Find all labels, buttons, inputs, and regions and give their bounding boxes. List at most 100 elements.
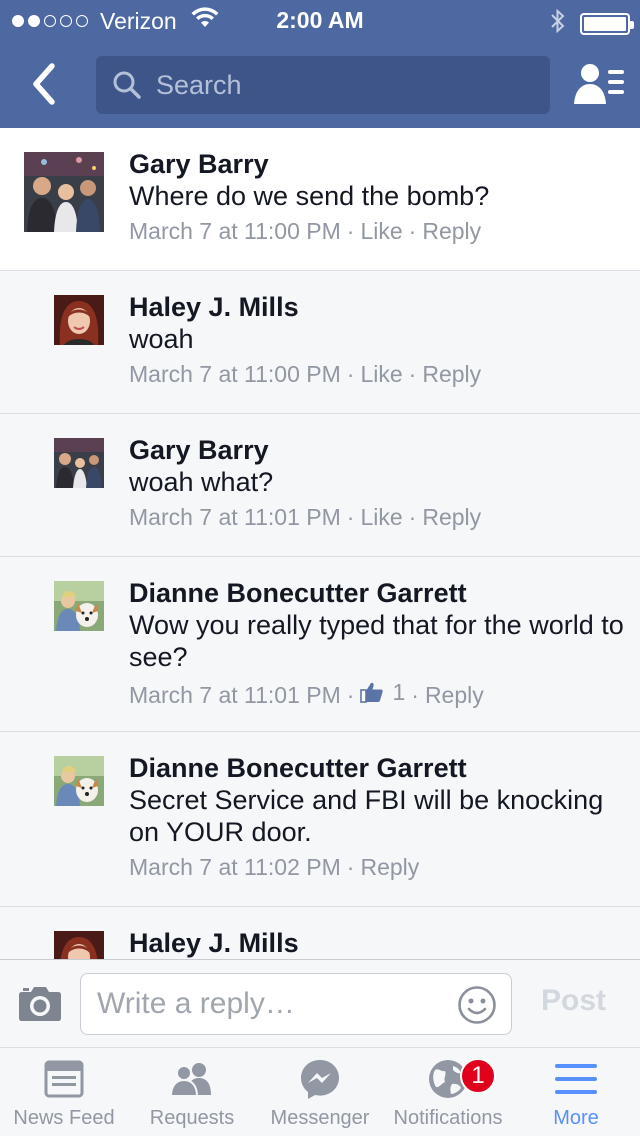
comment-meta: March 7 at 11:00 PM · Like · Reply [129, 358, 624, 390]
comment-meta: March 7 at 11:02 PM · Reply [129, 851, 624, 883]
comment-time[interactable]: March 7 at 11:01 PM [129, 504, 341, 530]
thumbs-up-icon [360, 682, 384, 703]
reply-box[interactable] [80, 973, 512, 1035]
comment-text: Where do we send the bomb? [129, 181, 490, 211]
tab-news-feed[interactable]: News Feed [0, 1048, 128, 1136]
comment-author[interactable]: Dianne Bonecutter Garrett [129, 577, 624, 609]
tab-messenger[interactable]: Messenger [256, 1048, 384, 1136]
tab-label: More [553, 1107, 599, 1129]
search-input[interactable] [156, 69, 496, 101]
tab-bar: News Feed Requests Messenger Notificatio… [0, 1048, 640, 1136]
comment-text: Secret Service and FBI will be knocking … [129, 785, 604, 847]
comment-thread: Gary Barry Where do we send the bomb? Ma… [0, 128, 640, 959]
comment-author[interactable]: Dianne Bonecutter Garrett [129, 752, 624, 784]
tab-label: Messenger [270, 1107, 370, 1129]
reply-item: Haley J. Mills [0, 907, 640, 959]
notification-badge: 1 [460, 1058, 496, 1094]
tab-requests[interactable]: Requests [128, 1048, 256, 1136]
comment-item: Gary Barry Where do we send the bomb? Ma… [0, 128, 640, 271]
avatar[interactable] [54, 438, 104, 488]
separator-dot: · [346, 854, 355, 880]
woman-photo-avatar [54, 931, 104, 959]
like-link[interactable]: Like [360, 504, 402, 530]
comment-time[interactable]: March 7 at 11:00 PM [129, 218, 341, 244]
search-icon [113, 71, 141, 99]
post-button[interactable]: Post [541, 984, 606, 1018]
comment-meta: March 7 at 11:01 PM · 1 · Reply [129, 676, 624, 711]
comment-body: Gary Barry Where do we send the bomb? Ma… [129, 148, 624, 247]
separator-dot: · [346, 682, 355, 708]
reply-item: Gary Barry woah what? March 7 at 11:01 P… [0, 414, 640, 557]
reply-link[interactable]: Reply [422, 504, 481, 530]
comment-time[interactable]: March 7 at 11:00 PM [129, 361, 341, 387]
avatar[interactable] [24, 152, 104, 232]
requests-icon [169, 1063, 211, 1097]
group-photo-avatar [24, 152, 104, 232]
comment-text: Wow you really typed that for the world … [129, 610, 624, 672]
reply-link[interactable]: Reply [422, 361, 481, 387]
back-chevron-icon [33, 63, 55, 105]
reply-link[interactable]: Reply [422, 218, 481, 244]
like-link[interactable]: Like [360, 218, 402, 244]
comment-body: Haley J. Mills [129, 927, 624, 959]
comment-body: Gary Barry woah what? March 7 at 11:01 P… [129, 434, 624, 533]
dog-photo-avatar [54, 756, 104, 806]
comment-body: Dianne Bonecutter Garrett Secret Service… [129, 752, 624, 883]
status-time: 2:00 AM [276, 7, 364, 33]
friends-button[interactable] [574, 62, 626, 106]
tab-notifications[interactable]: Notifications 1 [384, 1048, 512, 1136]
avatar[interactable] [54, 581, 104, 631]
comment-text: woah [129, 324, 194, 354]
news-feed-icon [44, 1060, 84, 1098]
camera-icon [19, 987, 61, 1021]
avatar[interactable] [54, 756, 104, 806]
tab-label: News Feed [13, 1107, 115, 1129]
avatar[interactable] [54, 931, 104, 959]
reply-link[interactable]: Reply [360, 854, 419, 880]
reply-item: Haley J. Mills woah March 7 at 11:00 PM ·… [0, 271, 640, 414]
woman-photo-avatar [54, 295, 104, 345]
separator-dot: · [408, 361, 417, 387]
menu-icon [555, 1064, 597, 1094]
separator-dot: · [411, 682, 419, 708]
separator-dot: · [346, 218, 355, 244]
comment-meta: March 7 at 11:00 PM · Like · Reply [129, 215, 624, 247]
status-right [550, 8, 634, 40]
comment-author[interactable]: Haley J. Mills [129, 927, 624, 959]
camera-button[interactable] [18, 984, 62, 1022]
search-bar[interactable] [96, 56, 550, 114]
tab-label: Requests [149, 1107, 235, 1129]
group-photo-avatar [54, 438, 104, 488]
comment-author[interactable]: Haley J. Mills [129, 291, 624, 323]
like-link[interactable]: Like [360, 361, 402, 387]
like-count-value: 1 [392, 679, 406, 705]
friends-icon [574, 64, 624, 104]
separator-dot: · [408, 504, 417, 530]
reply-input[interactable] [97, 987, 437, 1021]
reply-item: Dianne Bonecutter Garrett Wow you really… [0, 557, 640, 732]
tab-label: Notifications [393, 1107, 503, 1129]
comment-author[interactable]: Gary Barry [129, 148, 624, 180]
comment-time[interactable]: March 7 at 11:02 PM [129, 854, 341, 880]
reply-item: Dianne Bonecutter Garrett Secret Service… [0, 732, 640, 907]
avatar[interactable] [54, 295, 104, 345]
header: Verizon 2:00 AM [0, 0, 640, 128]
separator-dot: · [408, 218, 417, 244]
separator-dot: · [346, 361, 355, 387]
reply-composer: Post [0, 959, 640, 1048]
tab-more[interactable]: More [512, 1048, 640, 1136]
battery-icon [580, 13, 634, 35]
messenger-icon [301, 1060, 339, 1099]
comment-body: Dianne Bonecutter Garrett Wow you really… [129, 577, 624, 711]
comment-text: woah what? [129, 467, 274, 497]
like-count[interactable]: 1 [360, 676, 405, 708]
back-button[interactable] [26, 60, 66, 108]
comment-time[interactable]: March 7 at 11:01 PM [129, 682, 341, 708]
smiley-icon[interactable] [457, 985, 497, 1025]
reply-link[interactable]: Reply [425, 682, 484, 708]
comment-body: Haley J. Mills woah March 7 at 11:00 PM ·… [129, 291, 624, 390]
status-bar: Verizon 2:00 AM [0, 0, 640, 40]
nav-bar [0, 40, 640, 128]
comment-author[interactable]: Gary Barry [129, 434, 624, 466]
comment-meta: March 7 at 11:01 PM · Like · Reply [129, 501, 624, 533]
